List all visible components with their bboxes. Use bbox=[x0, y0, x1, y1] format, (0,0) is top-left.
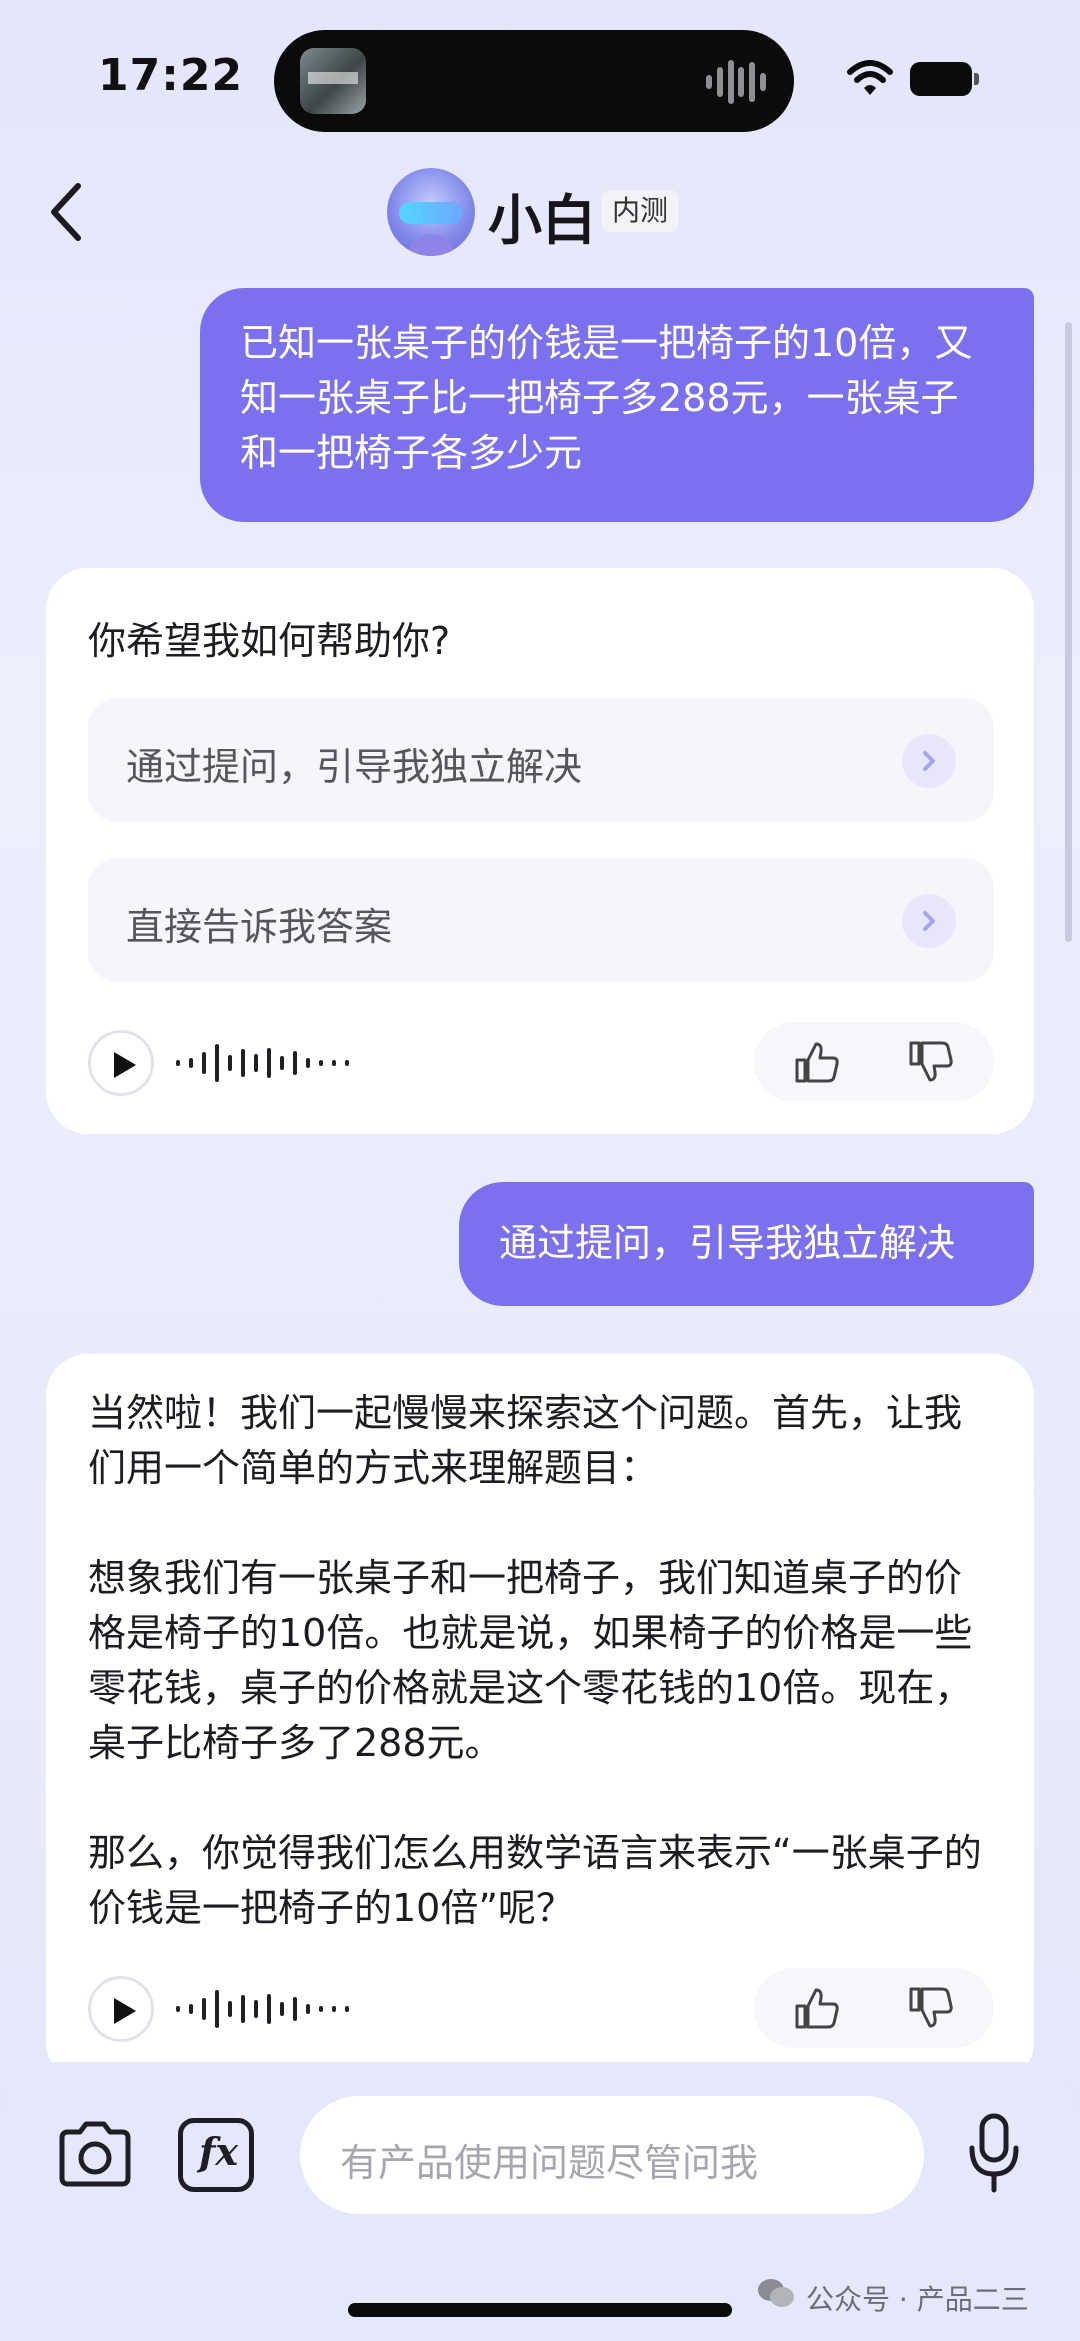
play-audio-button[interactable] bbox=[88, 1030, 154, 1096]
option-label: 通过提问，引导我独立解决 bbox=[126, 745, 583, 789]
help-prompt: 你希望我如何帮助你? bbox=[88, 619, 451, 663]
option-guide-me-button[interactable]: 通过提问，引导我独立解决 bbox=[88, 698, 994, 822]
play-audio-button[interactable] bbox=[88, 1976, 154, 2042]
wechat-icon bbox=[758, 2279, 794, 2307]
audio-wave-icon bbox=[706, 60, 766, 104]
beta-badge: 内测 bbox=[602, 190, 679, 232]
voice-waveform-icon bbox=[176, 1986, 358, 2032]
status-time: 17:22 bbox=[98, 50, 244, 101]
now-playing-thumbnail bbox=[300, 48, 366, 114]
voice-waveform-icon bbox=[176, 1040, 358, 1086]
answer-paragraph: 想象我们有一张桌子和一把椅子，我们知道桌子的价格是椅子的10倍。也就是说，如果椅… bbox=[88, 1556, 973, 1765]
play-icon bbox=[114, 1052, 136, 1078]
play-icon bbox=[114, 1998, 136, 2024]
assistant-message-card: 当然啦！我们一起慢慢来探索这个问题。首先，让我们用一个简单的方式来理解题目： 想… bbox=[46, 1354, 1034, 2084]
dynamic-island bbox=[274, 30, 794, 132]
chevron-right-icon bbox=[902, 734, 956, 788]
thumb-down-icon[interactable] bbox=[908, 1986, 954, 2030]
option-label: 直接告诉我答案 bbox=[126, 905, 393, 949]
message-input[interactable]: 有产品使用问题尽管问我 bbox=[300, 2096, 924, 2214]
chat-title: 小白 bbox=[488, 189, 596, 252]
thumb-up-icon[interactable] bbox=[794, 1986, 840, 2030]
microphone-icon[interactable] bbox=[964, 2112, 1024, 2196]
feedback-group bbox=[754, 1022, 994, 1102]
feedback-group bbox=[754, 1968, 994, 2048]
camera-icon[interactable] bbox=[56, 2120, 134, 2190]
battery-icon bbox=[910, 62, 980, 96]
user-message-bubble: 通过提问，引导我独立解决 bbox=[459, 1182, 1034, 1306]
chevron-right-icon bbox=[902, 894, 956, 948]
option-direct-answer-button[interactable]: 直接告诉我答案 bbox=[88, 858, 994, 982]
scrollbar[interactable] bbox=[1065, 322, 1072, 942]
formula-fx-icon[interactable]: fx bbox=[178, 2118, 254, 2192]
input-placeholder: 有产品使用问题尽管问我 bbox=[340, 2141, 759, 2185]
back-chevron-icon[interactable] bbox=[46, 180, 86, 244]
assistant-answer: 当然啦！我们一起慢慢来探索这个问题。首先，让我们用一个简单的方式来理解题目： 想… bbox=[88, 1386, 998, 1936]
wifi-icon bbox=[847, 60, 893, 95]
home-indicator bbox=[348, 2303, 732, 2317]
assistant-avatar bbox=[387, 168, 475, 256]
thumb-up-icon[interactable] bbox=[794, 1040, 840, 1084]
watermark-text: 公众号 · 产品二三 bbox=[806, 2283, 1029, 2316]
answer-paragraph: 那么，你觉得我们怎么用数学语言来表示“一张桌子的价钱是一把椅子的10倍”呢？ bbox=[88, 1831, 982, 1930]
thumb-down-icon[interactable] bbox=[908, 1040, 954, 1084]
user-message-bubble: 已知一张桌子的价钱是一把椅子的10倍，又知一张桌子比一把椅子多288元，一张桌子… bbox=[200, 288, 1034, 522]
answer-paragraph: 当然啦！我们一起慢慢来探索这个问题。首先，让我们用一个简单的方式来理解题目： bbox=[88, 1391, 963, 1490]
assistant-message-card: 你希望我如何帮助你? 通过提问，引导我独立解决 直接告诉我答案 bbox=[46, 568, 1034, 1134]
